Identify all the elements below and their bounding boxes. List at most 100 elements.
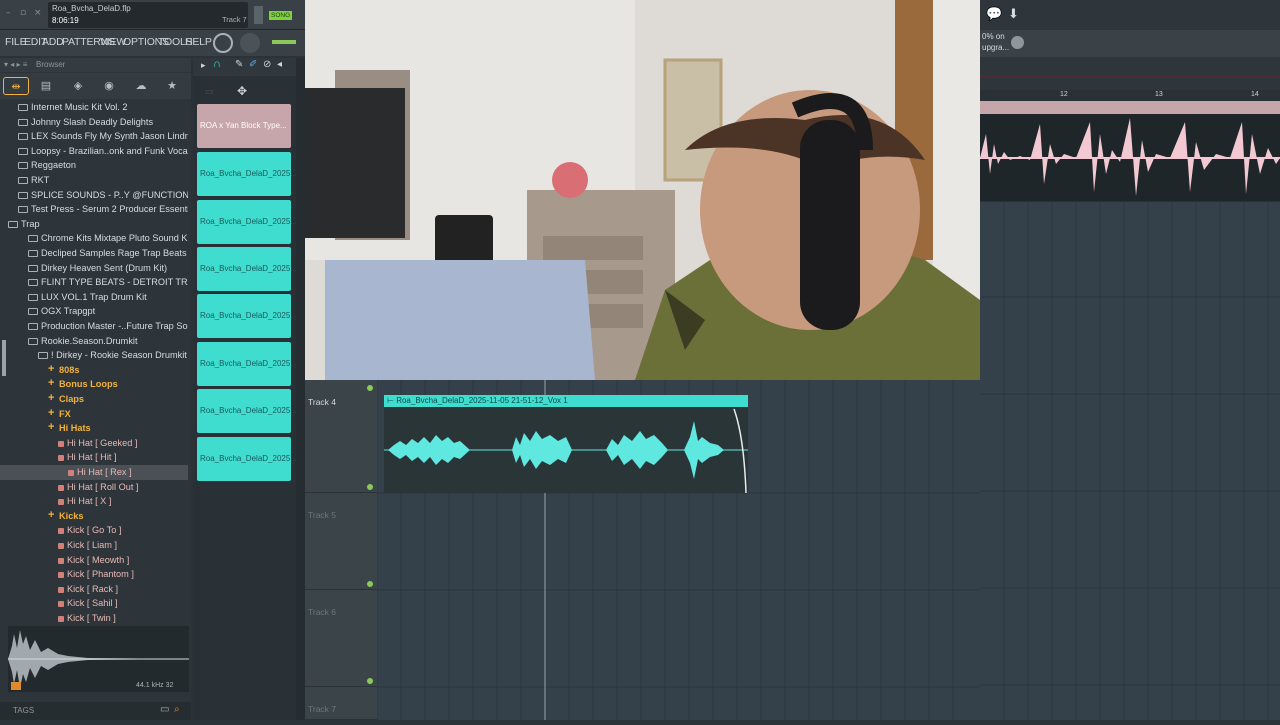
browser-sample-file[interactable]: Hi Hat [ Geeked ] xyxy=(0,436,188,451)
browser-folder[interactable]: Johnny Slash Deadly Delights xyxy=(0,115,188,130)
pattern-label: Roa_Bvcha_DelaD_2025... xyxy=(200,169,297,178)
paint-icon[interactable]: ✐ xyxy=(249,59,257,70)
track-led[interactable] xyxy=(367,385,373,391)
main-pitch-knob[interactable] xyxy=(240,33,260,53)
browser-item-label: Hi Hat [ Geeked ] xyxy=(67,437,138,448)
pattern-item[interactable]: Roa_Bvcha_DelaD_2025... xyxy=(197,342,297,386)
folder-icon xyxy=(18,177,28,184)
download-icon[interactable]: ⬇ xyxy=(1008,6,1019,22)
browser-folder[interactable]: Chrome Kits Mixtape Pluto Sound Kit xyxy=(0,231,188,246)
delete-icon[interactable]: ⊘ xyxy=(263,59,271,70)
track-header[interactable]: Track 5 xyxy=(305,493,377,590)
browser-sample-file[interactable]: Hi Hat [ Rex ] xyxy=(0,465,188,480)
browser-folder[interactable]: Internet Music Kit Vol. 2 xyxy=(0,100,188,115)
current-project-icon[interactable]: ▤ xyxy=(33,77,59,95)
step-mode-button[interactable] xyxy=(254,6,263,24)
browser-item-label: Kick [ Meowth ] xyxy=(67,554,130,565)
pattern-item[interactable]: Roa_Bvcha_DelaD_2025... xyxy=(197,200,297,244)
vocal-audio-clip[interactable]: ⊢ Roa_Bvcha_DelaD_2025-11-05 21-51-12_Vo… xyxy=(384,395,748,493)
browser-menu-icon[interactable]: ▾ ◂ ▸ ≡ xyxy=(4,60,27,69)
tags-label[interactable]: TAGS xyxy=(13,706,34,715)
close-icon[interactable]: × xyxy=(34,8,42,18)
browser-folder[interactable]: Trap xyxy=(0,217,188,232)
all-tab-icon[interactable]: ⇹ xyxy=(3,77,29,95)
track-led[interactable] xyxy=(367,581,373,587)
menu-help[interactable]: HELP xyxy=(185,36,212,48)
pattern-item[interactable]: Roa_Bvcha_DelaD_2025... xyxy=(197,294,297,338)
browser-sample-file[interactable]: Kick [ Twin ] xyxy=(0,611,188,626)
minimize-icon[interactable]: – xyxy=(6,8,11,18)
menu-add[interactable]: ADD xyxy=(42,36,64,48)
playlist-grid-right[interactable] xyxy=(980,202,1280,720)
cloud-icon[interactable]: ☁ xyxy=(128,77,154,95)
browser-sample-file[interactable]: Kick [ Sahil ] xyxy=(0,596,188,611)
browser-folder[interactable]: LUX VOL.1 Trap Drum Kit xyxy=(0,290,188,305)
browser-subfolder[interactable]: 808s xyxy=(0,363,188,378)
browser-subfolder[interactable]: Kicks xyxy=(0,509,188,524)
track-header[interactable]: Track 6 xyxy=(305,590,377,687)
track-led[interactable] xyxy=(367,484,373,490)
browser-folder[interactable]: Dirkey Heaven Sent (Drum Kit) xyxy=(0,261,188,276)
magnet-icon[interactable]: ∩ xyxy=(213,58,221,70)
pattern-scrollbar[interactable] xyxy=(296,58,305,720)
browser-folder[interactable]: Reggaeton xyxy=(0,158,188,173)
pencil-icon[interactable]: ✎ xyxy=(235,59,243,70)
clip-menu-icon[interactable]: ⊢ xyxy=(387,396,396,405)
browser-subfolder[interactable]: Claps xyxy=(0,392,188,407)
restore-icon[interactable]: ▫ xyxy=(20,8,26,18)
browser-item-label: Claps xyxy=(59,394,85,404)
pattern-list-icon[interactable]: ▭ xyxy=(205,86,214,97)
pattern-item[interactable]: ROA x Yan Block Type... xyxy=(197,104,291,148)
folder-icon[interactable]: ▭ xyxy=(160,704,169,715)
pattern-item[interactable]: Roa_Bvcha_DelaD_2025... xyxy=(197,247,297,291)
browser-folder[interactable]: ! Dirkey - Rookie Season Drumkit xyxy=(0,348,188,363)
browser-sample-file[interactable]: Kick [ Liam ] xyxy=(0,538,188,553)
browser-subfolder[interactable]: Hi Hats xyxy=(0,421,188,436)
browser-sample-file[interactable]: Kick [ Phantom ] xyxy=(0,567,188,582)
plugins-icon[interactable]: ◉ xyxy=(96,77,122,95)
plugin-database-icon[interactable]: ◈ xyxy=(65,77,91,95)
globe-icon[interactable] xyxy=(1011,36,1024,49)
song-mode-toggle[interactable]: SONG xyxy=(269,11,293,20)
pink-audio-clip[interactable] xyxy=(980,101,1280,201)
browser-folder[interactable]: SPLICE SOUNDS - P..Y @FUNCTION LLOPS xyxy=(0,188,188,203)
browser-folder[interactable]: Decliped Samples Rage Trap Beats xyxy=(0,246,188,261)
mute-icon[interactable]: ◂ xyxy=(277,59,282,70)
browser-sample-file[interactable]: Hi Hat [ Roll Out ] xyxy=(0,480,188,495)
track-header[interactable]: Track 4 xyxy=(305,380,377,493)
browser-folder[interactable]: Test Press - Serum 2 Producer Essentials xyxy=(0,202,188,217)
browser-sample-file[interactable]: Kick [ Meowth ] xyxy=(0,553,188,568)
playlist-arrow-icon[interactable]: ▸ xyxy=(201,60,206,71)
track-header[interactable]: Track 7 xyxy=(305,687,377,720)
folder-icon xyxy=(18,206,28,214)
folder-icon xyxy=(28,323,38,330)
track-led[interactable] xyxy=(367,678,373,684)
search-icon[interactable]: ⌕ xyxy=(174,704,180,715)
pattern-item[interactable]: Roa_Bvcha_DelaD_2025... xyxy=(197,152,297,196)
browser-item-label: Johnny Slash Deadly Delights xyxy=(31,116,154,127)
browser-folder[interactable]: Production Master -..Future Trap Soul xyxy=(0,319,188,334)
browser-sample-file[interactable]: Hi Hat [ X ] xyxy=(0,494,188,509)
browser-sample-file[interactable]: Kick [ Rack ] xyxy=(0,582,188,597)
chat-icon[interactable]: 💬 xyxy=(986,6,1002,22)
pattern-label: Roa_Bvcha_DelaD_2025... xyxy=(200,264,297,273)
pattern-item[interactable]: Roa_Bvcha_DelaD_2025... xyxy=(197,389,297,433)
browser-folder[interactable]: LEX Sounds Fly My Synth Jason Lindner xyxy=(0,129,188,144)
playlist-grid[interactable]: Track 4 Track 5 Track 6 Track 7 ⊢ Roa_Bv… xyxy=(305,380,980,720)
main-volume-knob[interactable] xyxy=(213,33,233,53)
browser-folder[interactable]: Rookie.Season.Drumkit xyxy=(0,334,188,349)
pattern-item[interactable]: Roa_Bvcha_DelaD_2025... xyxy=(197,437,297,481)
preview-play-icon[interactable] xyxy=(11,682,21,690)
pattern-move-icon[interactable]: ✥ xyxy=(237,84,247,98)
browser-sample-file[interactable]: Kick [ Go To ] xyxy=(0,523,188,538)
browser-subfolder[interactable]: Bonus Loops xyxy=(0,377,188,392)
browser-sample-file[interactable]: Hi Hat [ Hit ] xyxy=(0,450,188,465)
notification-line2[interactable]: upgra... xyxy=(982,43,1009,52)
browser-folder[interactable]: Loopsy - Brazilian..onk and Funk Vocals xyxy=(0,144,188,159)
browser-folder[interactable]: RKT xyxy=(0,173,188,188)
browser-folder[interactable]: OGX Trapgpt xyxy=(0,304,188,319)
browser-folder[interactable]: FLINT TYPE BEATS - DETROIT TRAP xyxy=(0,275,188,290)
browser-subfolder[interactable]: FX xyxy=(0,407,188,422)
browser-scrollbar[interactable] xyxy=(2,340,6,376)
favorites-star-icon[interactable]: ★ xyxy=(159,77,185,95)
